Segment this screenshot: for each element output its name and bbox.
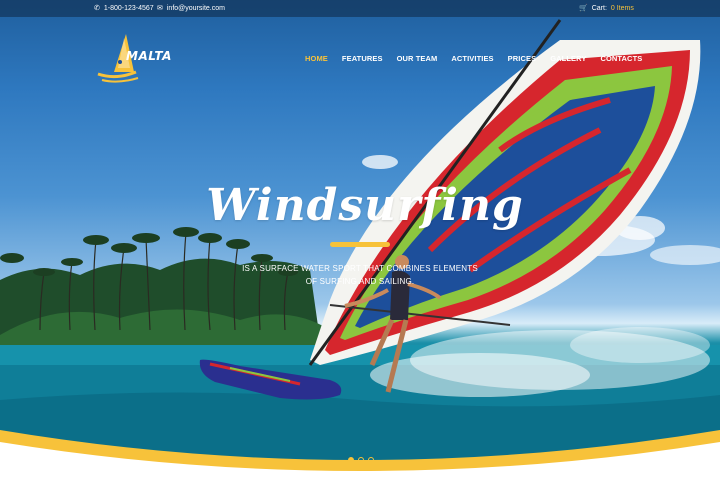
email-contact[interactable]: ✉ info@yoursite.com: [157, 0, 225, 17]
main-nav: HOME FEATURES OUR TEAM ACTIVITIES PRICES…: [305, 54, 656, 63]
top-info-bar: ✆ 1-800-123-4567 ✉ info@yoursite.com 🛒 C…: [0, 0, 720, 17]
slider-dot-2[interactable]: [358, 457, 364, 463]
phone-icon: ✆: [94, 5, 100, 12]
nav-prices[interactable]: PRICES: [508, 54, 537, 63]
slider-dot-3[interactable]: [368, 457, 374, 463]
headline-underline: [330, 242, 390, 247]
nav-features[interactable]: FEATURES: [342, 54, 383, 63]
hero-subline: IS A SURFACE WATER SPORT THAT COMBINES E…: [230, 262, 490, 288]
nav-activities[interactable]: ACTIVITIES: [451, 54, 493, 63]
envelope-icon: ✉: [157, 5, 163, 12]
nav-contacts[interactable]: CONTACTS: [600, 54, 642, 63]
cart-icon: 🛒: [579, 5, 588, 12]
hero-subline-line-1: IS A SURFACE WATER SPORT THAT COMBINES E…: [242, 264, 478, 273]
hero-subline-line-2: OF SURFING AND SAILING.: [305, 277, 415, 286]
nav-home[interactable]: HOME: [305, 54, 328, 63]
cart-label: Cart:: [591, 5, 607, 12]
nav-our-team[interactable]: OUR TEAM: [397, 54, 438, 63]
cart-count: 0 Items: [610, 5, 634, 12]
logo-text[interactable]: MALTA: [126, 49, 172, 63]
slider-dot-1[interactable]: [348, 457, 354, 463]
email-address: info@yoursite.com: [166, 5, 225, 12]
hero-headline: Windsurfing: [206, 180, 524, 231]
phone-contact[interactable]: ✆ 1-800-123-4567: [94, 0, 154, 17]
phone-number: 1-800-123-4567: [103, 5, 154, 12]
cart-link[interactable]: 🛒 Cart: 0 Items: [579, 0, 634, 17]
nav-gallery[interactable]: GALLERY: [550, 54, 586, 63]
slider-pagination: [348, 457, 374, 463]
